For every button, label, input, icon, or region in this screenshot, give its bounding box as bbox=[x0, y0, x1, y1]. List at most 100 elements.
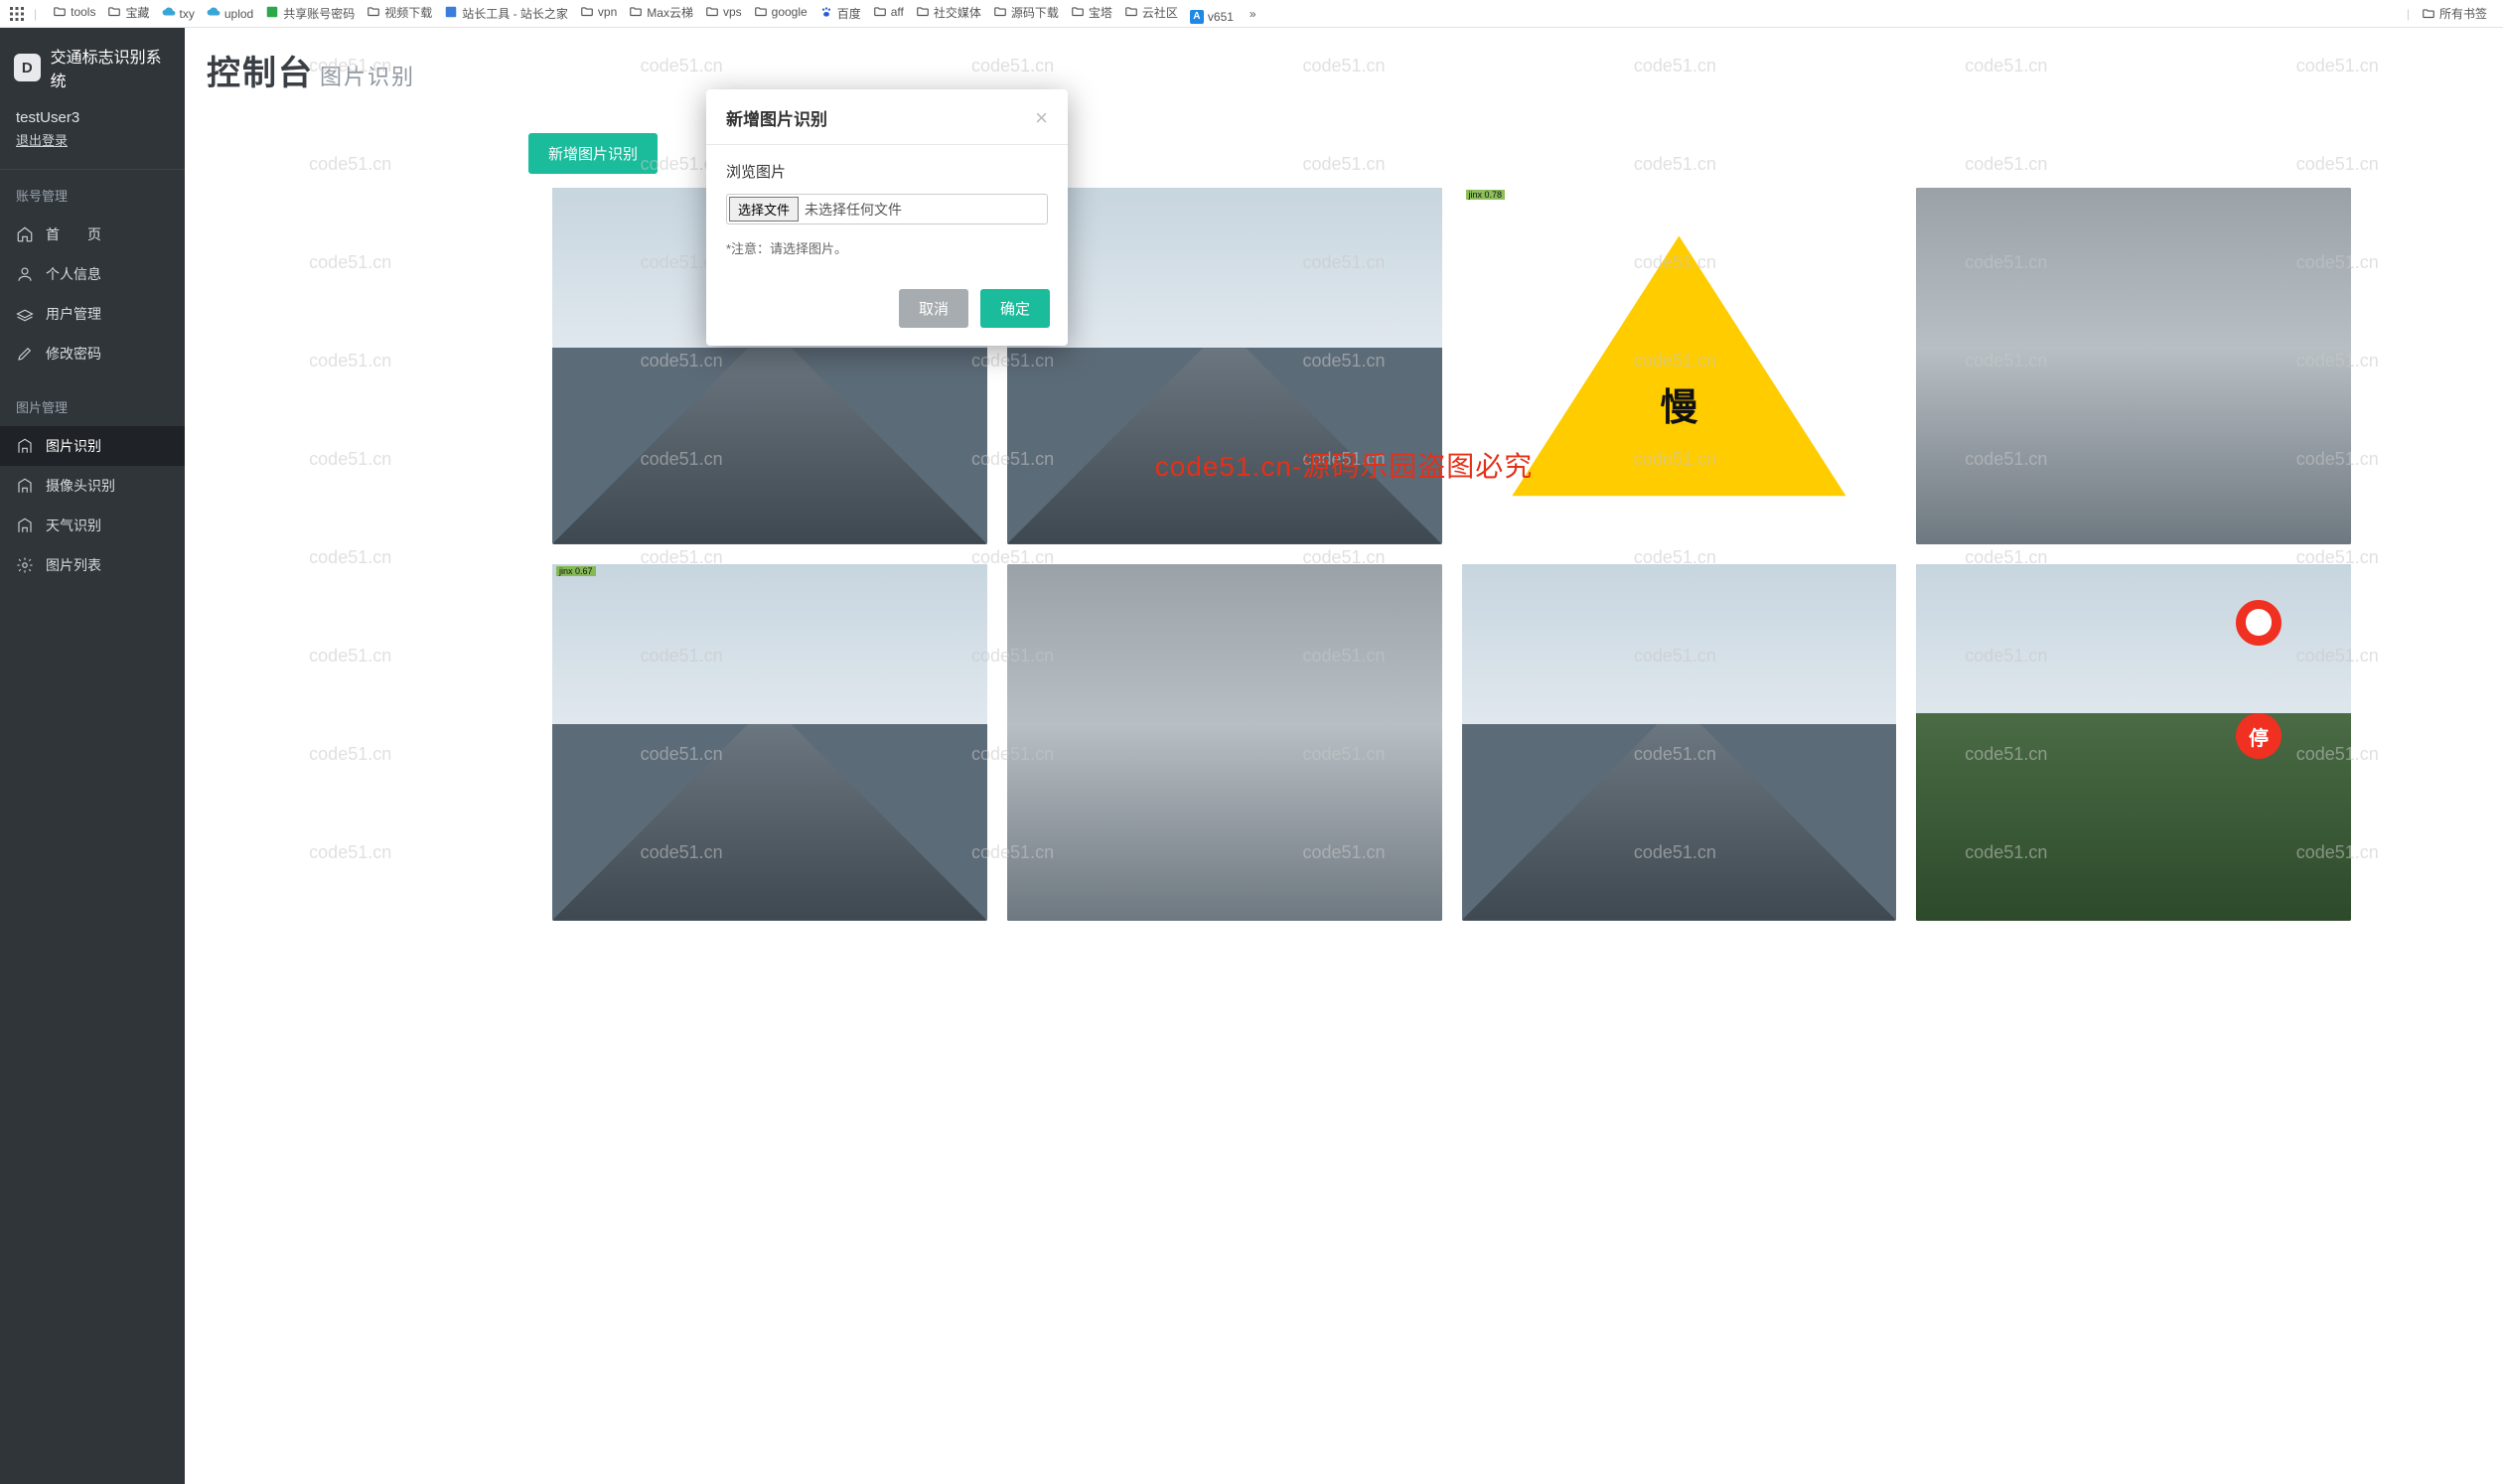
bookmark-item[interactable]: 站长工具 - 站长之家 bbox=[438, 3, 574, 24]
modal-title: 新增图片识别 bbox=[726, 105, 827, 130]
bookmark-item[interactable]: google bbox=[748, 3, 813, 21]
bookmark-item[interactable]: 社交媒体 bbox=[910, 2, 987, 23]
sidebar-item-label: 个人信息 bbox=[46, 264, 101, 284]
sidebar-item-label: 修改密码 bbox=[46, 344, 101, 364]
bookmark-label: 视频下载 bbox=[384, 4, 432, 21]
bookmark-item[interactable]: aff bbox=[867, 3, 910, 21]
bookmark-item[interactable]: 视频下载 bbox=[361, 2, 438, 23]
modal-backdrop[interactable] bbox=[185, 28, 2503, 1484]
app-logo: D 交通标志识别系统 bbox=[0, 28, 185, 105]
file-input-row: 选择文件 未选择任何文件 bbox=[726, 194, 1048, 224]
app-icon: A bbox=[1190, 10, 1204, 24]
folder-icon bbox=[53, 5, 67, 19]
bookmark-item[interactable]: 百度 bbox=[813, 3, 867, 24]
sidebar-item-label: 图片列表 bbox=[46, 555, 101, 575]
bookmark-item[interactable]: tools bbox=[47, 3, 101, 21]
folder-icon bbox=[873, 5, 887, 19]
menu-icon bbox=[16, 556, 34, 574]
bookmark-label: vps bbox=[723, 5, 742, 19]
app-icon bbox=[444, 5, 458, 22]
sidebar-item-label: 首 页 bbox=[46, 224, 101, 244]
sidebar: D 交通标志识别系统 testUser3 退出登录 账号管理 首 页个人信息用户… bbox=[0, 28, 185, 1484]
ok-button[interactable]: 确定 bbox=[980, 289, 1050, 328]
folder-icon bbox=[705, 5, 719, 19]
baidu-icon bbox=[819, 5, 833, 22]
sidebar-item-label: 天气识别 bbox=[46, 516, 101, 535]
bookmark-item[interactable]: vps bbox=[699, 3, 748, 21]
main-area: code51.cncode51.cncode51.cncode51.cncode… bbox=[185, 28, 2503, 1484]
browser-bookmark-bar: | tools 宝藏 txy uplod 共享账号密码 视频下载 站长工具 - 站长之家 vp… bbox=[0, 0, 2503, 28]
bookmark-label: vpn bbox=[598, 5, 617, 19]
sidebar-item[interactable]: 用户管理 bbox=[0, 294, 185, 334]
bookmark-item[interactable]: 宝塔 bbox=[1065, 2, 1118, 23]
sidebar-item[interactable]: 图片列表 bbox=[0, 545, 185, 585]
sidebar-item[interactable]: 天气识别 bbox=[0, 506, 185, 545]
folder-icon bbox=[754, 5, 768, 19]
username-label: testUser3 bbox=[0, 105, 185, 128]
choose-file-button[interactable]: 选择文件 bbox=[729, 197, 799, 222]
bookmark-label: 宝塔 bbox=[1089, 4, 1112, 21]
folder-icon bbox=[367, 5, 380, 19]
bookmark-label: txy bbox=[180, 7, 195, 21]
bookmark-all[interactable]: 所有书签 bbox=[2416, 3, 2493, 24]
bookmark-label: 云社区 bbox=[1142, 4, 1178, 21]
bookmark-item[interactable]: Max云梯 bbox=[623, 2, 699, 23]
folder-icon bbox=[580, 5, 594, 19]
sidebar-item-label: 摄像头识别 bbox=[46, 476, 115, 496]
bookmark-item[interactable]: 共享账号密码 bbox=[259, 3, 361, 24]
close-icon[interactable]: × bbox=[1035, 107, 1048, 129]
folder-icon bbox=[993, 5, 1007, 19]
bookmark-item[interactable]: 源码下载 bbox=[987, 2, 1065, 23]
menu-icon bbox=[16, 477, 34, 495]
cancel-button[interactable]: 取消 bbox=[899, 289, 968, 328]
bookmark-label: google bbox=[772, 5, 808, 19]
menu-icon bbox=[16, 305, 34, 323]
add-image-modal: 新增图片识别 × 浏览图片 选择文件 未选择任何文件 *注意：请选择图片。 取消… bbox=[706, 89, 1068, 346]
logo-icon: D bbox=[14, 54, 41, 81]
bookmark-label: 所有书签 bbox=[2439, 5, 2487, 22]
sidebar-item-label: 用户管理 bbox=[46, 304, 101, 324]
bookmark-separator: | bbox=[34, 7, 37, 21]
bookmark-item[interactable]: txy bbox=[156, 3, 201, 24]
menu-icon bbox=[16, 517, 34, 534]
menu-icon bbox=[16, 225, 34, 243]
bookmark-more[interactable]: » bbox=[1244, 7, 1262, 21]
bookmark-item[interactable]: 宝藏 bbox=[101, 2, 155, 23]
sidebar-item[interactable]: 个人信息 bbox=[0, 254, 185, 294]
app-icon bbox=[265, 5, 279, 22]
logout-link[interactable]: 退出登录 bbox=[0, 128, 185, 165]
bookmark-label: 共享账号密码 bbox=[283, 5, 355, 22]
bookmark-label: v651 bbox=[1208, 10, 1234, 24]
sidebar-item-label: 图片识别 bbox=[46, 436, 101, 456]
sidebar-item[interactable]: 图片识别 bbox=[0, 426, 185, 466]
bookmark-label: 源码下载 bbox=[1011, 4, 1059, 21]
bookmark-label: 社交媒体 bbox=[934, 4, 981, 21]
menu-icon bbox=[16, 265, 34, 283]
sidebar-item[interactable]: 修改密码 bbox=[0, 334, 185, 373]
bookmark-label: tools bbox=[71, 5, 95, 19]
folder-icon bbox=[1071, 5, 1085, 19]
folder-icon bbox=[629, 5, 643, 19]
bookmark-item[interactable]: vpn bbox=[574, 3, 623, 21]
folder-icon bbox=[916, 5, 930, 19]
bookmark-item[interactable]: uplod bbox=[201, 3, 259, 24]
bookmark-label: uplod bbox=[224, 7, 253, 21]
bookmark-label: 宝藏 bbox=[125, 4, 149, 21]
bookmark-label: aff bbox=[891, 5, 904, 19]
bookmark-label: 站长工具 - 站长之家 bbox=[462, 5, 568, 22]
bookmark-separator: | bbox=[2407, 7, 2410, 21]
sidebar-item[interactable]: 首 页 bbox=[0, 215, 185, 254]
sidebar-item[interactable]: 摄像头识别 bbox=[0, 466, 185, 506]
browse-image-label: 浏览图片 bbox=[726, 161, 1048, 182]
app-name: 交通标志识别系统 bbox=[51, 44, 171, 91]
menu-icon bbox=[16, 345, 34, 363]
folder-icon bbox=[107, 5, 121, 19]
folder-icon bbox=[1124, 5, 1138, 19]
bookmark-item[interactable]: 云社区 bbox=[1118, 2, 1184, 23]
file-note: *注意：请选择图片。 bbox=[726, 238, 1048, 257]
apps-grid-icon[interactable] bbox=[10, 7, 24, 21]
section-account: 账号管理 bbox=[0, 180, 185, 215]
file-name-text: 未选择任何文件 bbox=[799, 200, 902, 220]
bookmark-label: Max云梯 bbox=[647, 4, 693, 21]
bookmark-item[interactable]: Av651 bbox=[1184, 8, 1240, 26]
